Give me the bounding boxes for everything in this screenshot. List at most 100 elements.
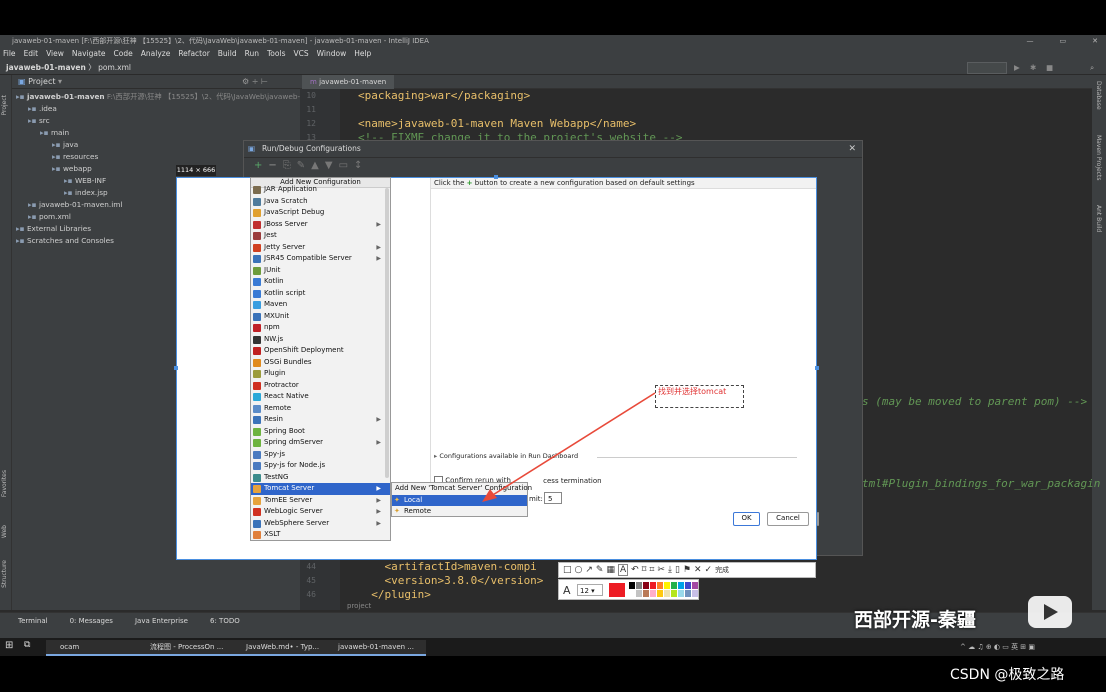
ok-button[interactable]: OK xyxy=(733,512,760,526)
breadcrumb-project[interactable]: javaweb-01-maven xyxy=(6,63,86,72)
menu-refactor[interactable]: Refactor xyxy=(178,47,209,60)
menu-item-jboss-server[interactable]: JBoss Server ▶ xyxy=(251,219,390,231)
stop-icon[interactable]: ■ xyxy=(1046,60,1053,75)
menu-file[interactable]: File xyxy=(3,47,16,60)
menu-window[interactable]: Window xyxy=(317,47,347,60)
menu-item-jest[interactable]: Jest xyxy=(251,230,390,242)
dialog-close-icon[interactable]: ✕ xyxy=(848,141,856,157)
windows-start-icon[interactable]: ⊞ xyxy=(5,640,13,651)
menu-edit[interactable]: Edit xyxy=(24,47,39,60)
favorites-tool-tab[interactable]: Favorites xyxy=(1,470,8,497)
tool-tab-6-todo[interactable]: 6: TODO xyxy=(210,613,240,628)
menu-item-plugin[interactable]: Plugin xyxy=(251,368,390,380)
undo-icon[interactable]: ↶ xyxy=(631,565,639,575)
tree-item[interactable]: ▸▪ .idea xyxy=(12,103,300,115)
tree-item[interactable]: ▸▪ javaweb-01-maven F:\西部开源\狂神 【15525】\2… xyxy=(12,91,319,103)
menu-help[interactable]: Help xyxy=(354,47,371,60)
font-size-select[interactable]: 12 ▾ xyxy=(577,584,603,596)
menu-item-spy-js-for-node-js[interactable]: Spy-js for Node.js xyxy=(251,460,390,472)
menu-item-websphere-server[interactable]: WebSphere Server ▶ xyxy=(251,518,390,530)
menu-view[interactable]: View xyxy=(46,47,64,60)
resize-handle-right[interactable] xyxy=(815,366,819,370)
tool-tab-java-enterprise[interactable]: Java Enterprise xyxy=(135,613,188,628)
resize-handle-left[interactable] xyxy=(174,366,178,370)
menu-item-npm[interactable]: npm xyxy=(251,322,390,334)
move-up-icon[interactable]: ▲ xyxy=(311,160,325,171)
taskbar-app[interactable]: 流程图 - ProcessOn ... xyxy=(136,640,242,656)
menu-item-jsr45-compatible-server[interactable]: JSR45 Compatible Server ▶ xyxy=(251,253,390,265)
resize-handle-top[interactable] xyxy=(494,175,498,179)
menu-item-java-scratch[interactable]: Java Scratch xyxy=(251,196,390,208)
menu-item-osgi-bundles[interactable]: OSGi Bundles xyxy=(251,357,390,369)
ellipse-tool-icon[interactable]: ○ xyxy=(575,565,583,575)
confirm-icon[interactable]: ✓ xyxy=(705,565,713,575)
menu-item-remote[interactable]: Remote xyxy=(251,403,390,415)
remove-configuration-icon[interactable]: − xyxy=(268,160,282,171)
color-swatch[interactable] xyxy=(636,582,642,589)
menu-analyze[interactable]: Analyze xyxy=(141,47,171,60)
minimize-icon[interactable]: — xyxy=(1027,35,1034,47)
menu-item-weblogic-server[interactable]: WebLogic Server ▶ xyxy=(251,506,390,518)
menu-code[interactable]: Code xyxy=(114,47,133,60)
copy-configuration-icon[interactable]: ⎘ xyxy=(283,160,297,171)
folder-icon[interactable]: ▭ xyxy=(339,160,354,171)
menu-item-kotlin-script[interactable]: Kotlin script xyxy=(251,288,390,300)
tree-item[interactable]: ▸▪ src xyxy=(12,115,300,127)
menu-item-kotlin[interactable]: Kotlin xyxy=(251,276,390,288)
color-swatch[interactable] xyxy=(636,590,642,597)
sort-icon[interactable]: ↕ xyxy=(354,160,368,171)
text-tool-icon[interactable]: A xyxy=(617,564,629,576)
color-swatch[interactable] xyxy=(650,590,656,597)
menu-item-junit[interactable]: JUnit xyxy=(251,265,390,277)
color-swatch[interactable] xyxy=(629,582,635,589)
color-swatch[interactable] xyxy=(685,590,691,597)
debug-icon[interactable]: ✱ xyxy=(1030,60,1036,75)
menu-item-spring-boot[interactable]: Spring Boot xyxy=(251,426,390,438)
maven-projects-tool-tab[interactable]: Maven Projects xyxy=(1095,135,1102,180)
color-swatch[interactable] xyxy=(664,582,670,589)
color-swatch[interactable] xyxy=(650,582,656,589)
magic-icon[interactable]: ✂ xyxy=(657,565,665,575)
menu-item-javascript-debug[interactable]: JavaScript Debug xyxy=(251,207,390,219)
color-swatch[interactable] xyxy=(692,590,698,597)
color-swatch[interactable] xyxy=(664,590,670,597)
menu-item-spring-dmserver[interactable]: Spring dmServer ▶ xyxy=(251,437,390,449)
ant-build-tool-tab[interactable]: Ant Build xyxy=(1095,205,1102,232)
menu-item-maven[interactable]: Maven xyxy=(251,299,390,311)
menu-scrollbar[interactable] xyxy=(385,188,389,478)
color-swatch[interactable] xyxy=(629,590,635,597)
mosaic-tool-icon[interactable]: ▦ xyxy=(606,565,615,575)
menu-item-resin[interactable]: Resin ▶ xyxy=(251,414,390,426)
menu-run[interactable]: Run xyxy=(245,47,259,60)
run-icon[interactable]: ▶ xyxy=(1014,60,1020,75)
cancel-button[interactable]: Cancel xyxy=(767,512,809,526)
menu-build[interactable]: Build xyxy=(218,47,237,60)
breadcrumb-file[interactable]: pom.xml xyxy=(98,63,131,72)
move-down-icon[interactable]: ▼ xyxy=(325,160,339,171)
color-swatch[interactable] xyxy=(678,590,684,597)
close-icon[interactable]: ✕ xyxy=(1092,35,1098,47)
tool-tab-terminal[interactable]: Terminal xyxy=(18,613,48,628)
color-swatch[interactable] xyxy=(678,582,684,589)
taskbar-app[interactable]: javaweb-01-maven ... xyxy=(324,640,426,656)
color-swatch[interactable] xyxy=(671,582,677,589)
menu-item-jar-application[interactable]: JAR Application xyxy=(251,184,390,196)
add-configuration-icon[interactable]: + xyxy=(254,160,268,171)
chevron-down-icon[interactable]: ▾ xyxy=(58,77,62,86)
search-everywhere-icon[interactable]: ⌕ xyxy=(1090,60,1094,75)
settings-icon[interactable]: ✎ xyxy=(297,160,311,171)
menu-navigate[interactable]: Navigate xyxy=(72,47,106,60)
menu-item-testng[interactable]: TestNG xyxy=(251,472,390,484)
menu-item-jetty-server[interactable]: Jetty Server ▶ xyxy=(251,242,390,254)
arrow-tool-icon[interactable]: ↗ xyxy=(585,565,593,575)
task-view-icon[interactable]: ⧉ xyxy=(24,640,30,650)
menu-vcs[interactable]: VCS xyxy=(293,47,308,60)
pin-icon[interactable]: ⌑ xyxy=(642,565,647,575)
current-color-swatch[interactable] xyxy=(609,583,625,597)
done-label[interactable]: 完成 xyxy=(715,565,729,575)
taskbar-app[interactable]: ocam xyxy=(46,640,146,656)
maximize-icon[interactable]: ▭ xyxy=(1060,35,1067,47)
project-panel-title[interactable]: Project xyxy=(28,77,55,86)
menu-item-tomee-server[interactable]: TomEE Server ▶ xyxy=(251,495,390,507)
color-swatch[interactable] xyxy=(671,590,677,597)
